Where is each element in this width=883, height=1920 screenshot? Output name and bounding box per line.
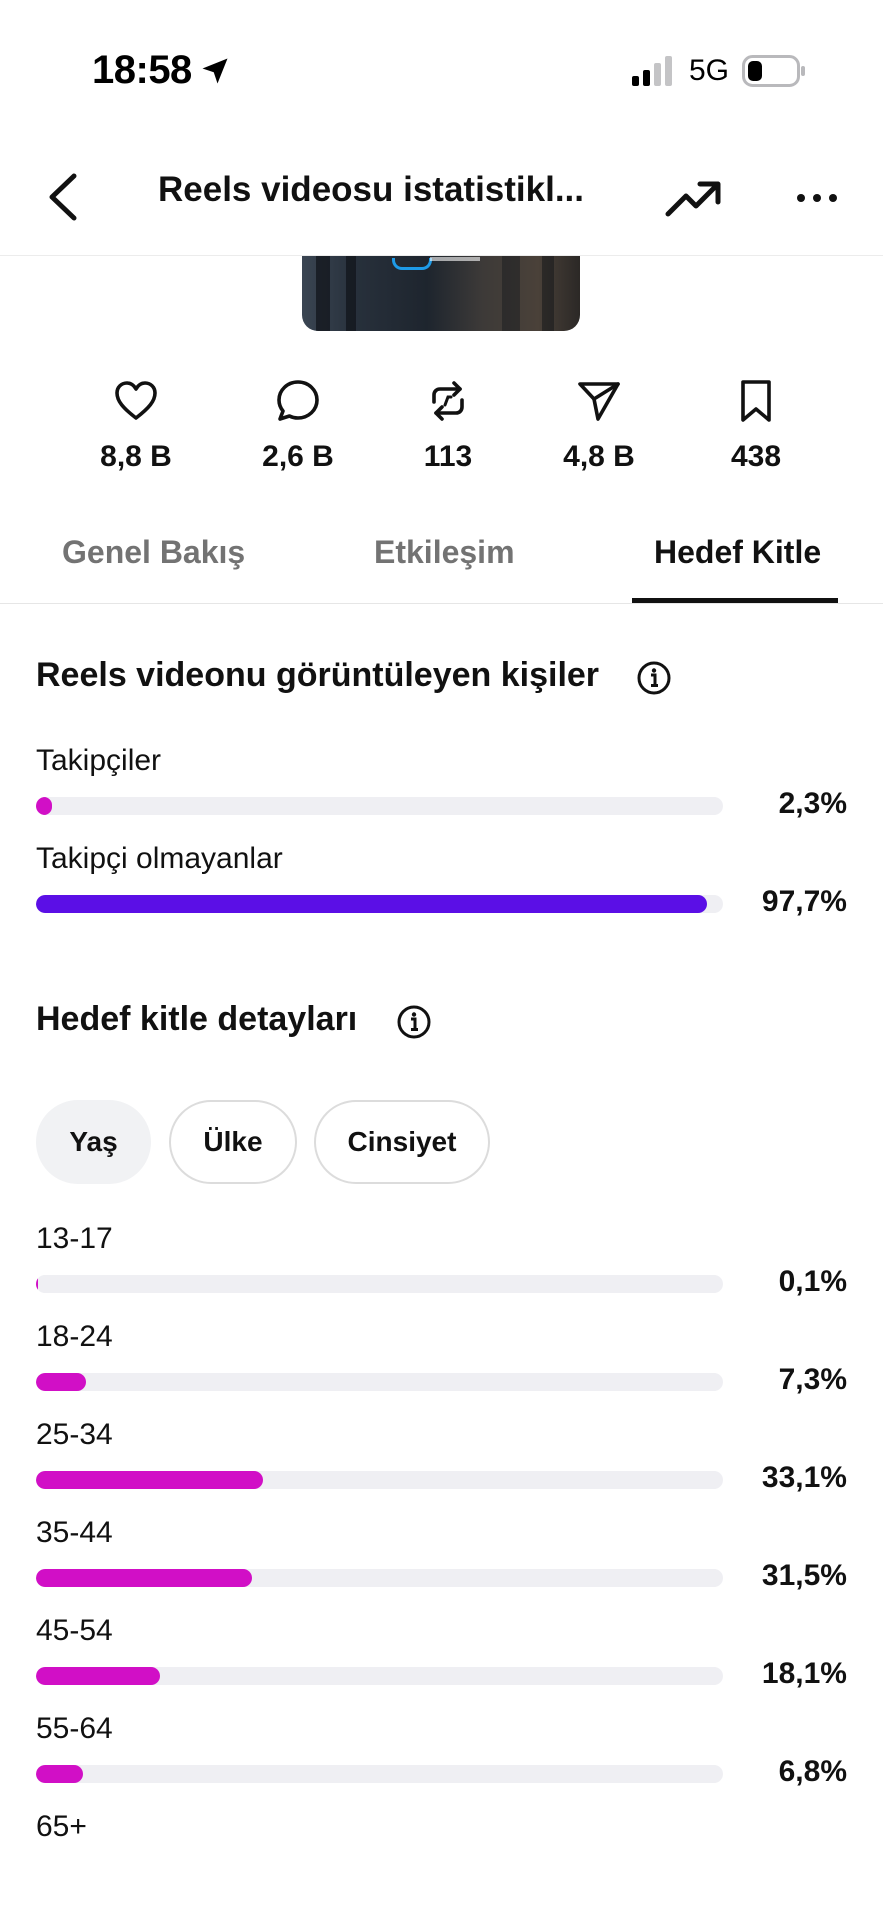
- status-bar: 18:58 5G: [0, 0, 883, 140]
- viewers-section-title: Reels videonu görüntüleyen kişiler: [36, 656, 600, 694]
- reposts-count: 113: [423, 440, 473, 473]
- comments-metric: 2,6 B: [228, 378, 368, 474]
- bar-track: [36, 895, 723, 913]
- row-label: 65+: [36, 1810, 87, 1843]
- bar-fill: [36, 1569, 253, 1587]
- row-label: 13-17: [36, 1222, 113, 1255]
- reposts-metric: 113: [378, 378, 518, 474]
- tab-overview[interactable]: Genel Bakış: [62, 534, 245, 571]
- audience-section-title: Hedef kitle detayları: [36, 1000, 358, 1038]
- filter-chip-age[interactable]: Yaş: [36, 1100, 151, 1184]
- row-label: 55-64: [36, 1712, 113, 1745]
- row-label: Takipçiler: [36, 744, 162, 777]
- bar-fill: [36, 1765, 83, 1783]
- row-label: Takipçi olmayanlar: [36, 842, 283, 875]
- info-icon[interactable]: [396, 1004, 432, 1040]
- bar-fill: [36, 797, 52, 815]
- reel-thumbnail[interactable]: [302, 256, 580, 331]
- row-percentage: 97,7%: [761, 885, 847, 918]
- tab-engagement[interactable]: Etkileşim: [374, 534, 515, 571]
- active-tab-indicator: [632, 598, 838, 603]
- row-label: 25-34: [36, 1418, 113, 1451]
- saves-count: 438: [730, 440, 782, 473]
- bar-track: [36, 1765, 723, 1783]
- cellular-signal-icon: [632, 56, 672, 86]
- back-chevron-icon[interactable]: [40, 162, 86, 232]
- bar-track: [36, 1275, 723, 1293]
- trending-up-icon[interactable]: [664, 170, 722, 226]
- bar-track: [36, 1373, 723, 1391]
- bar-fill: [36, 895, 708, 913]
- repost-icon: [432, 381, 464, 421]
- comment-icon: [277, 380, 319, 421]
- battery-icon: [742, 55, 805, 87]
- row-label: 45-54: [36, 1614, 113, 1647]
- likes-count: 8,8 B: [100, 440, 172, 473]
- share-icon: [578, 382, 620, 421]
- top-navigation-bar: Reels videosu istatistikl...: [0, 140, 883, 256]
- page-title: Reels videosu istatistikl...: [158, 170, 584, 209]
- location-arrow-icon: [202, 58, 228, 84]
- row-label: 35-44: [36, 1516, 113, 1549]
- shares-metric: 4,8 B: [529, 378, 669, 474]
- row-percentage: 18,1%: [761, 1657, 847, 1690]
- bar-fill: [36, 1471, 264, 1489]
- status-time: 18:58: [92, 48, 192, 92]
- row-percentage: 31,5%: [761, 1559, 847, 1592]
- tab-audience[interactable]: Hedef Kitle: [654, 534, 821, 571]
- filter-chip-gender[interactable]: Cinsiyet: [314, 1100, 490, 1184]
- saves-metric: 438: [686, 378, 826, 474]
- bar-track: [36, 1569, 723, 1587]
- row-percentage: 0,1%: [778, 1265, 847, 1298]
- comments-count: 2,6 B: [262, 440, 334, 473]
- engagement-metrics: 8,8 B 2,6 B 113 4,8 B 438: [0, 378, 883, 498]
- insights-tabs: Genel Bakış Etkileşim Hedef Kitle: [0, 520, 883, 604]
- info-icon[interactable]: [636, 660, 672, 696]
- bar-fill: [36, 1373, 87, 1391]
- bar-fill: [36, 1667, 161, 1685]
- row-percentage: 6,8%: [778, 1755, 847, 1788]
- heart-icon: [115, 381, 157, 420]
- bar-track: [36, 797, 723, 815]
- row-percentage: 2,3%: [778, 787, 847, 820]
- bar-fill: [36, 1275, 38, 1293]
- bookmark-icon: [741, 380, 771, 422]
- shares-count: 4,8 B: [563, 440, 635, 473]
- likes-metric: 8,8 B: [66, 378, 206, 474]
- row-label: 18-24: [36, 1320, 113, 1353]
- row-percentage: 33,1%: [761, 1461, 847, 1494]
- filter-chip-country[interactable]: Ülke: [169, 1100, 297, 1184]
- bar-track: [36, 1667, 723, 1685]
- bar-track: [36, 1471, 723, 1489]
- thumbnail-logo-icon: [392, 258, 432, 270]
- network-type: 5G: [689, 54, 730, 87]
- more-options-icon[interactable]: [794, 180, 840, 216]
- row-percentage: 7,3%: [778, 1363, 847, 1396]
